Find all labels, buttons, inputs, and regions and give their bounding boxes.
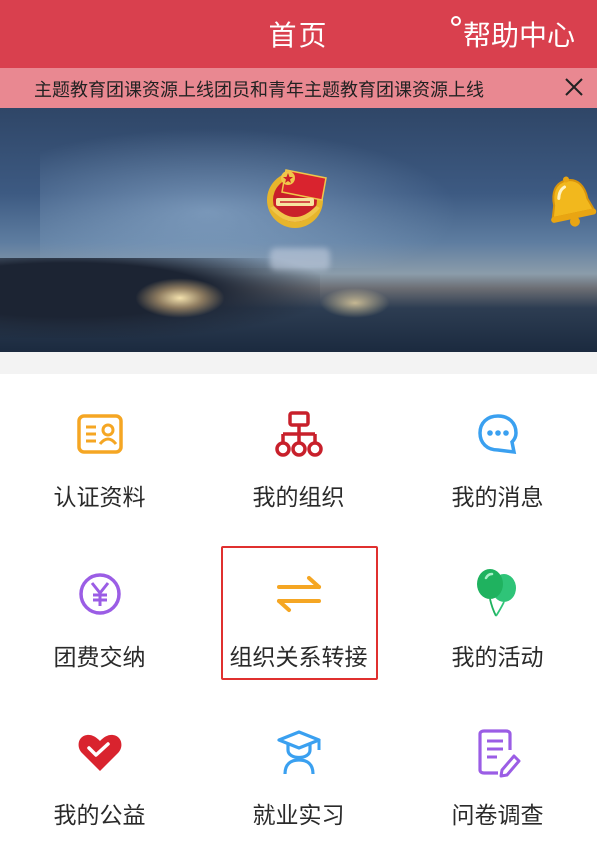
menu-item-org-transfer[interactable]: 组织关系转接 xyxy=(199,534,398,684)
chat-bubble-icon xyxy=(478,414,518,455)
menu-item-label: 我的活动 xyxy=(451,645,544,671)
bell-icon[interactable] xyxy=(540,174,597,232)
menu-item-label: 我的消息 xyxy=(451,485,544,511)
menu-item-label: 团费交纳 xyxy=(53,645,146,671)
menu-item-dues-payment[interactable]: 团费交纳 xyxy=(0,534,199,684)
menu-item-label: 问卷调查 xyxy=(451,803,544,829)
transfer-arrows-icon xyxy=(277,576,321,612)
menu-item-my-messages[interactable]: 我的消息 xyxy=(398,374,597,524)
top-bar: 首页 帮助中心 xyxy=(0,0,597,68)
menu-item-public-welfare[interactable]: 我的公益 xyxy=(0,692,199,842)
graduate-icon xyxy=(277,730,321,775)
id-card-icon xyxy=(77,414,123,454)
survey-edit-icon xyxy=(478,729,521,778)
user-name-blurred xyxy=(270,248,330,270)
menu-item-label: 组织关系转接 xyxy=(229,645,368,671)
menu-item-certification[interactable]: 认证资料 xyxy=(0,374,199,524)
menu-item-my-activities[interactable]: 我的活动 xyxy=(398,534,597,684)
menu-item-my-organization[interactable]: 我的组织 xyxy=(199,374,398,524)
notice-text: 主题教育团课资源上线团员和青年主题教育团课资源上线 xyxy=(34,80,484,101)
league-emblem-icon[interactable] xyxy=(262,156,334,236)
section-divider xyxy=(0,352,597,374)
notice-ticker[interactable]: 主题教育团课资源上线团员和青年主题教育团课资源上线 xyxy=(0,68,597,108)
help-center-label: 帮助中心 xyxy=(462,19,575,52)
menu-item-label: 我的公益 xyxy=(53,803,146,829)
menu-item-label: 我的组织 xyxy=(252,485,345,511)
menu-item-employment-internship[interactable]: 就业实习 xyxy=(199,692,398,842)
heart-hand-icon xyxy=(78,734,122,771)
menu-item-label: 就业实习 xyxy=(252,803,345,829)
close-icon[interactable] xyxy=(561,74,587,100)
menu-grid: 认证资料 我的组织 我的消息 团费交纳 组织关系转接 我的活动 我的公益 就业实… xyxy=(0,374,597,847)
menu-item-questionnaire[interactable]: 问卷调查 xyxy=(398,692,597,842)
org-tree-icon xyxy=(275,411,323,457)
menu-item-label: 认证资料 xyxy=(53,485,146,511)
profile-banner xyxy=(0,108,597,352)
yuan-coin-icon xyxy=(79,573,121,615)
help-center-button[interactable]: 帮助中心 xyxy=(450,14,575,54)
dot-icon xyxy=(450,16,461,26)
balloons-icon xyxy=(477,569,516,617)
